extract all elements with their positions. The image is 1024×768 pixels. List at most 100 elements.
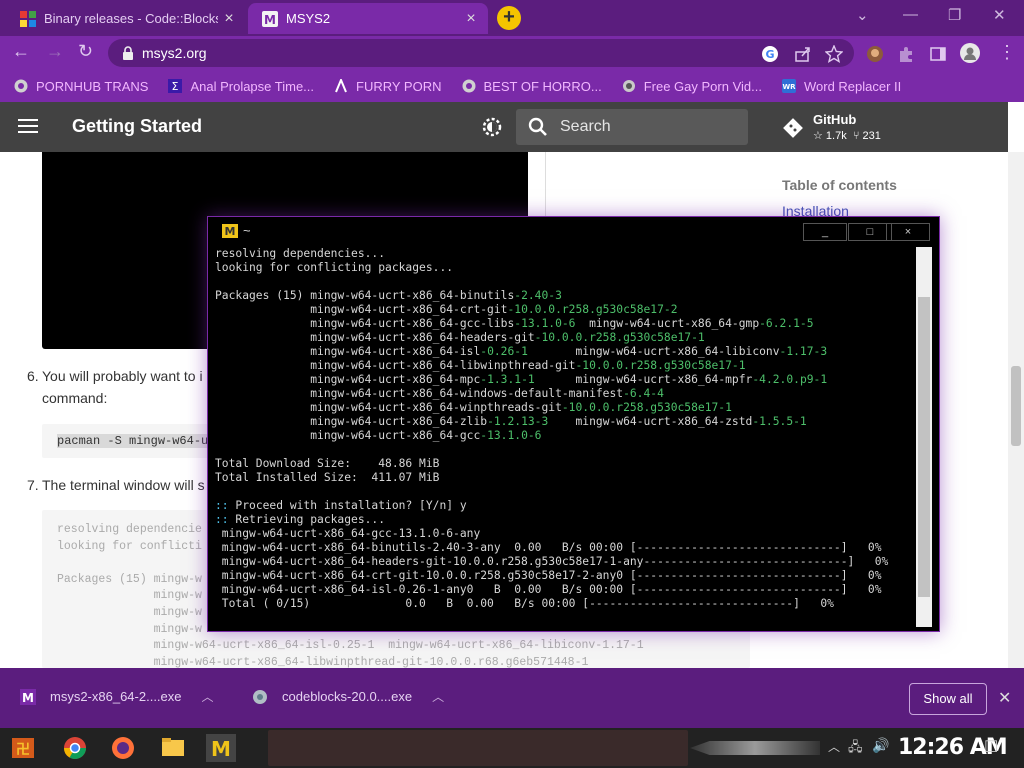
chrome-icon[interactable] xyxy=(60,734,90,762)
tab-msys2[interactable]: M MSYS2 × xyxy=(248,3,488,34)
terminal-titlebar[interactable]: M ~ _ □ × xyxy=(208,217,939,245)
download-item[interactable]: M msys2-x86_64-2....exe ︿ xyxy=(20,688,214,705)
installer-file-icon xyxy=(253,689,267,704)
extensions-puzzle-icon[interactable] xyxy=(897,45,915,63)
site-search-input[interactable]: Search xyxy=(516,109,748,145)
step-text: You will probably want to i xyxy=(42,368,203,384)
codeblocks-favicon-icon xyxy=(20,10,36,27)
terminal-scroll-thumb[interactable] xyxy=(918,297,930,597)
restore-window-icon[interactable]: ❐ xyxy=(948,6,961,24)
taskbar-decoration xyxy=(690,741,820,755)
download-item[interactable]: codeblocks-20.0....exe ︿ xyxy=(252,688,444,705)
bookmark-label: Word Replacer II xyxy=(803,78,902,94)
file-explorer-icon[interactable] xyxy=(158,734,188,762)
tab-search-chevron-icon[interactable]: ⌄ xyxy=(856,6,869,24)
svg-text:M: M xyxy=(211,737,231,761)
extension-avatar-icon[interactable] xyxy=(866,45,884,63)
profile-icon[interactable] xyxy=(960,43,980,63)
step-text: The terminal window will s xyxy=(42,477,205,493)
svg-text:Σ: Σ xyxy=(172,80,179,93)
terminal-minimize-button[interactable]: _ xyxy=(803,223,847,241)
bookmark-item[interactable]: BEST OF HORRO... xyxy=(462,79,602,94)
firefox-icon[interactable] xyxy=(108,734,138,762)
close-tab-icon[interactable]: × xyxy=(460,10,482,28)
github-stats: ☆ 1.7k ⑂ 231 xyxy=(813,130,881,142)
page-title: Getting Started xyxy=(72,116,203,136)
url-text: msys2.org xyxy=(142,45,207,61)
bookmark-item[interactable]: Σ Anal Prolapse Time... xyxy=(168,79,314,94)
share-icon[interactable] xyxy=(794,45,812,63)
bookmark-item[interactable]: Free Gay Porn Vid... xyxy=(622,79,762,94)
bookmark-item[interactable]: WR Word Replacer II xyxy=(781,78,902,94)
msys2-favicon-icon: M xyxy=(262,10,278,27)
page-scrollbar[interactable] xyxy=(1008,152,1024,668)
command-text: pacman -S mingw-w64-u xyxy=(57,434,209,448)
hamburger-menu-icon[interactable] xyxy=(18,118,38,134)
github-name: GitHub xyxy=(813,112,857,127)
network-icon[interactable]: 🖧 xyxy=(848,738,863,760)
bookmark-label: Free Gay Porn Vid... xyxy=(643,78,762,94)
chevron-up-icon[interactable]: ︿ xyxy=(202,688,214,705)
forward-arrow-icon[interactable]: → xyxy=(46,41,64,62)
site-header: Getting Started Search GitHub ☆ 1.7k ⑂ 2… xyxy=(0,102,1008,152)
globe-icon xyxy=(14,79,28,93)
command-code-block[interactable]: pacman -S mingw-w64-u xyxy=(42,424,222,458)
step-text: command: xyxy=(42,390,108,406)
reload-icon[interactable]: ↻ xyxy=(78,41,93,62)
terminal-output[interactable]: resolving dependencies... looking for co… xyxy=(215,247,915,627)
terminal-window[interactable]: M ~ _ □ × resolving dependencies... look… xyxy=(207,216,940,632)
bookmark-label: Anal Prolapse Time... xyxy=(190,78,315,94)
terminal-scrollbar[interactable] xyxy=(916,247,932,627)
msys2-taskbar-icon[interactable]: M xyxy=(206,734,236,762)
address-bar[interactable]: msys2.org xyxy=(108,39,854,67)
sigma-icon: Σ xyxy=(168,79,183,93)
terminal-text: resolving dependencies... looking for co… xyxy=(215,247,889,610)
globe-icon xyxy=(462,79,475,93)
msys2-logo-icon: M xyxy=(222,224,238,238)
download-filename: codeblocks-20.0....exe xyxy=(282,689,413,704)
bookmark-label: PORNHUB TRANS xyxy=(36,78,149,94)
close-tab-icon[interactable]: × xyxy=(218,10,240,28)
svg-text:M: M xyxy=(22,691,34,705)
git-diamond-icon xyxy=(783,118,803,138)
bookmark-label: BEST OF HORRO... xyxy=(483,78,602,94)
notification-icon[interactable]: ☐ xyxy=(984,737,998,757)
msys2-file-icon: M xyxy=(20,688,36,705)
tab-strip: Binary releases - Code::Blocks × M MSYS2… xyxy=(0,0,1024,36)
windows-taskbar: 卍 M ︿ 🖧 🔊 12:26 AM ☐ xyxy=(0,728,1024,768)
bookmark-item[interactable]: PORNHUB TRANS xyxy=(14,79,148,94)
menu-kebab-icon[interactable]: ⋮ xyxy=(998,42,1016,63)
download-filename: msys2-x86_64-2....exe xyxy=(50,689,182,704)
word-replacer-icon: WR xyxy=(781,79,796,93)
start-button-icon[interactable]: 卍 xyxy=(8,734,38,762)
google-lens-icon[interactable]: G xyxy=(761,45,779,63)
search-icon xyxy=(528,117,547,136)
step-number: 7. xyxy=(27,477,39,493)
scrollbar-thumb[interactable] xyxy=(1011,366,1021,446)
chevron-up-icon[interactable]: ︿ xyxy=(432,688,444,705)
new-tab-button[interactable]: + xyxy=(497,6,521,30)
site-favicon-icon xyxy=(622,80,635,92)
back-arrow-icon[interactable]: ← xyxy=(12,41,30,62)
minimize-window-icon[interactable]: — xyxy=(903,6,918,23)
terminal-title: ~ xyxy=(243,223,251,238)
close-download-bar-icon[interactable]: ✕ xyxy=(998,688,1011,708)
theme-toggle-icon[interactable] xyxy=(481,116,503,138)
step-number: 6. xyxy=(27,368,39,384)
close-window-icon[interactable]: ✕ xyxy=(993,6,1006,24)
show-all-button[interactable]: Show all xyxy=(909,683,987,715)
tray-chevron-icon[interactable]: ︿ xyxy=(828,738,840,755)
search-placeholder: Search xyxy=(560,118,611,135)
svg-text:G: G xyxy=(765,48,774,61)
volume-icon[interactable]: 🔊 xyxy=(872,737,889,754)
terminal-close-button[interactable]: × xyxy=(886,223,930,241)
bookmark-item[interactable]: FURRY PORN xyxy=(334,79,442,94)
taskbar-wallpaper-area xyxy=(268,730,688,766)
side-panel-icon[interactable] xyxy=(929,45,947,63)
tab-codeblocks[interactable]: Binary releases - Code::Blocks × xyxy=(6,3,246,34)
tab-title: Binary releases - Code::Blocks xyxy=(44,11,218,26)
svg-text:卍: 卍 xyxy=(16,742,30,758)
bookmark-star-icon[interactable] xyxy=(825,45,843,63)
tab-title: MSYS2 xyxy=(286,11,331,26)
fork-count: 231 xyxy=(862,130,881,142)
